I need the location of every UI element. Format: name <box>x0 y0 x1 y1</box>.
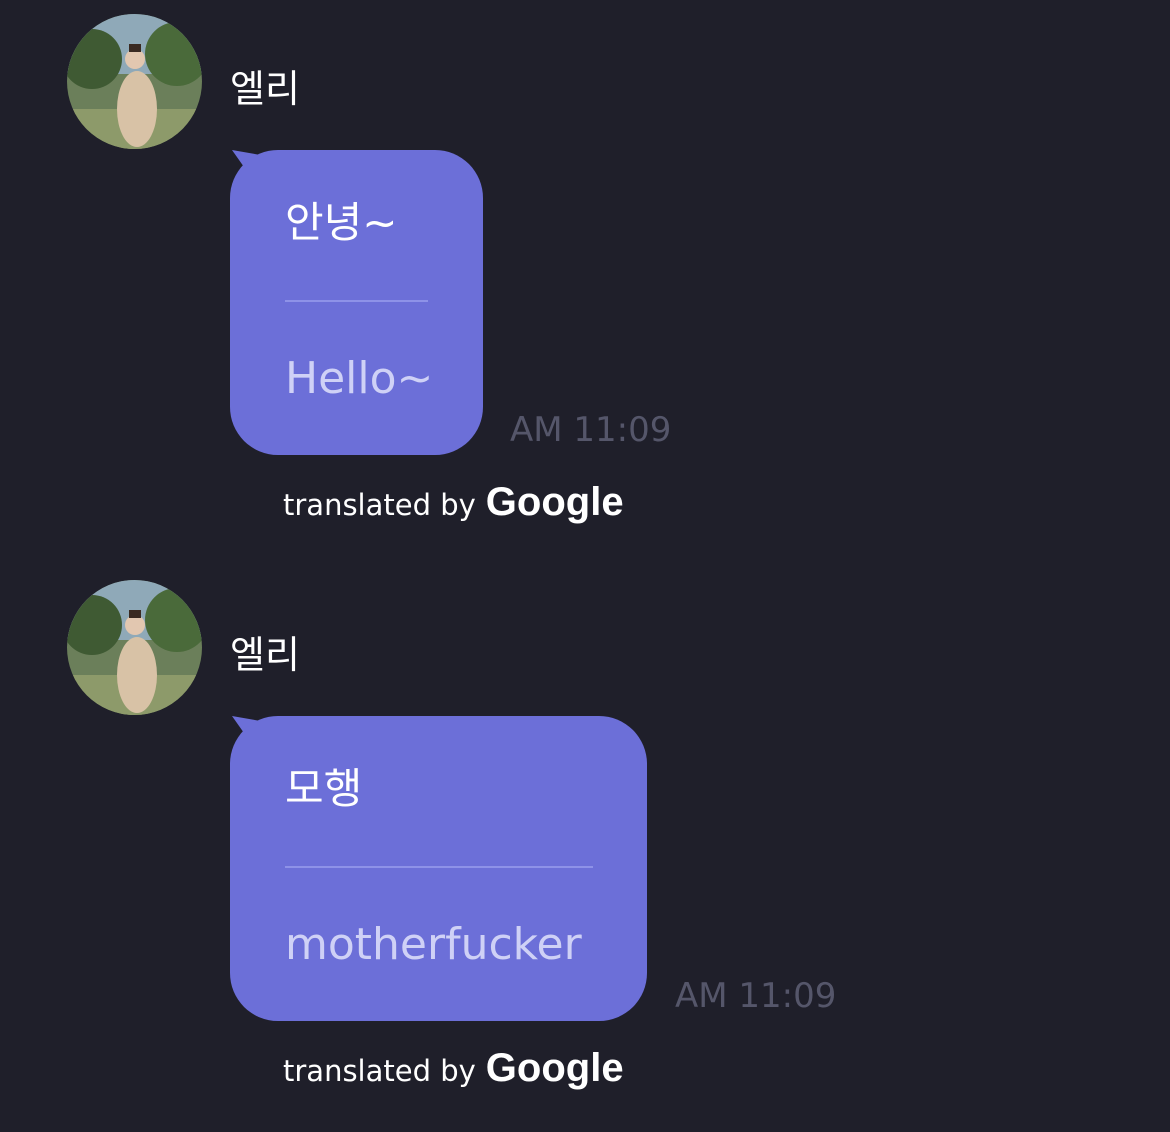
message-group-2: 엘리 모행 motherfucker AM 11:09 translated b… <box>0 566 1170 1132</box>
avatar[interactable] <box>67 580 202 715</box>
message-bubble[interactable]: 안녕~ Hello~ <box>230 150 483 455</box>
original-text: 안녕~ <box>285 198 398 247</box>
translation-credit: translated by Google <box>283 482 624 522</box>
translated-text: motherfucker <box>285 919 582 970</box>
original-text: 모행 <box>285 764 363 813</box>
sender-name: 엘리 <box>230 633 300 677</box>
message-bubble[interactable]: 모행 motherfucker <box>230 716 647 1021</box>
translation-credit: translated by Google <box>283 1048 624 1088</box>
message-time: AM 11:09 <box>675 976 837 1016</box>
credit-prefix: translated by <box>283 488 476 522</box>
credit-prefix: translated by <box>283 1054 476 1088</box>
message-group-1: 엘리 안녕~ Hello~ AM 11:09 translated by Goog… <box>0 0 1170 560</box>
translation-divider <box>285 300 428 302</box>
translated-text: Hello~ <box>285 353 434 404</box>
sender-name: 엘리 <box>230 67 300 111</box>
translation-divider <box>285 866 593 868</box>
message-time: AM 11:09 <box>510 410 672 450</box>
avatar[interactable] <box>67 14 202 149</box>
google-logo: Google <box>485 1046 624 1090</box>
google-logo: Google <box>485 480 624 524</box>
